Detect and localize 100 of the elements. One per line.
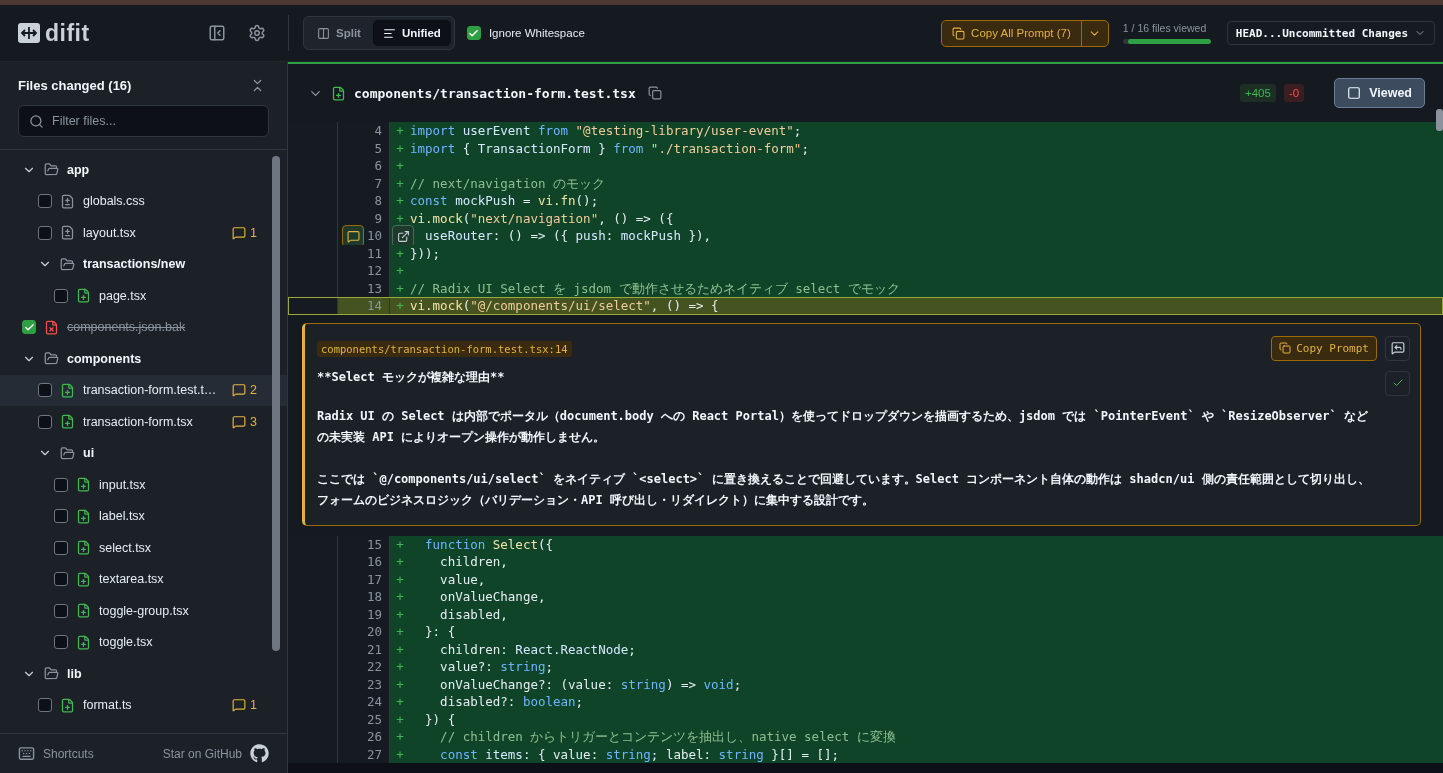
added-line-sign: + bbox=[395, 728, 405, 746]
code-line: disabled?: boolean; bbox=[439, 693, 584, 711]
checkbox[interactable] bbox=[54, 288, 68, 303]
file-row[interactable]: toggle-group.tsx bbox=[0, 595, 287, 627]
added-line-sign: + bbox=[395, 122, 405, 140]
file-plus-icon bbox=[76, 540, 91, 556]
comment-text: ここでは `@/components/ui/select` をネイティブ `<select>` に置き換えることで回避しています。Select コンポーネント自体の動作は shadcn/ui 側の責任範囲として切り出し、フォームのビジネスロジック（バリデーション・API 呼び出し・リダイレクト）に集中する設計です。 bbox=[317, 470, 1370, 509]
comment-icon bbox=[346, 229, 360, 243]
folder-row[interactable]: transactions/new bbox=[0, 248, 287, 280]
revision-select[interactable]: HEAD...Uncommitted Changes bbox=[1226, 21, 1435, 45]
deletions-count: -0 bbox=[1283, 84, 1305, 102]
folder-row[interactable]: components bbox=[0, 343, 287, 375]
file-row[interactable]: input.tsx bbox=[0, 469, 287, 501]
checkbox[interactable] bbox=[38, 698, 52, 713]
folder-row[interactable]: lib bbox=[0, 658, 287, 690]
checkbox[interactable] bbox=[38, 383, 52, 398]
copy-prompt-button[interactable]: Copy Prompt bbox=[1271, 335, 1377, 361]
file-row[interactable]: page.tsx bbox=[0, 280, 287, 312]
added-line-sign: + bbox=[395, 157, 405, 175]
shortcuts-link[interactable]: Shortcuts bbox=[18, 745, 94, 762]
code-line: onValueChange, bbox=[439, 588, 546, 606]
checkbox-label: Ignore Whitespace bbox=[488, 27, 585, 39]
code-line: disabled, bbox=[439, 605, 508, 623]
checkbox[interactable] bbox=[54, 540, 68, 555]
comment-count: 1 bbox=[232, 698, 257, 713]
code-line: function Select({ bbox=[424, 535, 553, 553]
file-row[interactable]: label.tsx bbox=[0, 500, 287, 532]
checkbox[interactable] bbox=[54, 572, 68, 587]
checkbox[interactable] bbox=[54, 477, 68, 492]
file-row[interactable]: transaction-form.test.t… 2 bbox=[0, 374, 287, 406]
filter-field[interactable]: Filter files... bbox=[18, 105, 269, 137]
folder-row[interactable]: ui bbox=[0, 437, 287, 469]
checkbox[interactable] bbox=[38, 225, 52, 240]
folder-name: ui bbox=[83, 446, 95, 461]
line-number: 24 bbox=[338, 693, 390, 711]
comment-icon bbox=[232, 383, 247, 398]
copy-icon bbox=[952, 26, 966, 40]
checkbox[interactable] bbox=[466, 26, 481, 40]
file-diff-icon bbox=[60, 225, 75, 241]
checkbox[interactable] bbox=[54, 635, 68, 650]
scrollbar bbox=[1436, 109, 1443, 131]
added-line-sign: + bbox=[395, 623, 405, 641]
file-row[interactable]: toggle.tsx bbox=[0, 626, 287, 658]
comment-icon bbox=[232, 698, 247, 713]
line-number: 22 bbox=[338, 658, 390, 676]
checkbox[interactable] bbox=[38, 414, 52, 429]
added-line-sign: + bbox=[395, 209, 405, 227]
code-line: // children からトリガーとコンテンツを抽出し、native select に変換 bbox=[439, 728, 896, 746]
file-plus-icon bbox=[76, 508, 91, 524]
view-mode-tab[interactable]: Unified bbox=[372, 20, 451, 46]
checkbox[interactable] bbox=[54, 603, 68, 618]
file-row[interactable]: transaction-form.tsx 3 bbox=[0, 406, 287, 438]
lines-icon bbox=[382, 26, 396, 40]
file-name: textarea.tsx bbox=[99, 572, 164, 587]
file-row[interactable]: globals.css bbox=[0, 185, 287, 217]
added-line-sign: + bbox=[395, 192, 405, 210]
file-row[interactable]: format.ts 1 bbox=[0, 689, 287, 721]
viewed-button[interactable]: Viewed bbox=[1334, 78, 1425, 108]
file-row[interactable]: layout.tsx 1 bbox=[0, 217, 287, 249]
logo-text: difit bbox=[45, 19, 90, 47]
code-line: import { TransactionForm } from "./transaction-form"; bbox=[410, 139, 809, 157]
checkbox[interactable] bbox=[54, 509, 68, 524]
folder-name: lib bbox=[67, 666, 82, 681]
view-mode-tab[interactable]: Split bbox=[307, 20, 371, 46]
file-plus-icon bbox=[76, 634, 91, 650]
open-link-button[interactable] bbox=[392, 225, 414, 247]
progress-label: 1 / 16 files viewed bbox=[1122, 22, 1208, 34]
comment-text: **Select モックが複雑な理由** bbox=[317, 368, 506, 386]
folder-row[interactable]: app bbox=[0, 154, 287, 186]
added-line-sign: + bbox=[395, 244, 405, 262]
code-line: children: React.ReactNode; bbox=[439, 640, 636, 658]
reply-button[interactable] bbox=[1385, 335, 1410, 361]
file-row[interactable]: textarea.tsx bbox=[0, 563, 287, 595]
file-row[interactable]: select.tsx bbox=[0, 532, 287, 564]
file-name: globals.css bbox=[83, 194, 145, 209]
file-plus-icon bbox=[60, 414, 75, 430]
code-line: }) { bbox=[424, 710, 456, 728]
line-number: 12 bbox=[338, 262, 390, 280]
file-row[interactable]: components.json.bak bbox=[0, 311, 287, 343]
external-link-icon bbox=[396, 229, 410, 243]
folder-name: app bbox=[67, 162, 90, 177]
added-line-sign: + bbox=[395, 279, 405, 297]
github-link[interactable]: Star on GitHub bbox=[162, 744, 269, 763]
columns-icon bbox=[317, 26, 330, 40]
file-plus-icon bbox=[76, 477, 91, 493]
comment-text: Radix UI の Select は内部でポータル（document.body への React Portal）を使ってドロップダウンを描画するため、jsdom では `PointerEvent` や `ResizeObserver` などの未実装 API によりオープン操作が動作しません。 bbox=[317, 407, 1369, 446]
sidebar-title: Files changed (16) bbox=[18, 78, 132, 93]
file-name: label.tsx bbox=[99, 509, 145, 524]
checkbox[interactable] bbox=[38, 194, 52, 209]
checkbox-icon bbox=[1347, 86, 1362, 100]
code-line: value, bbox=[439, 570, 486, 588]
file-plus-icon bbox=[76, 603, 91, 619]
add-comment-button[interactable] bbox=[342, 225, 364, 247]
code-line: children, bbox=[439, 553, 508, 571]
checkbox[interactable] bbox=[22, 320, 36, 335]
folder-icon bbox=[44, 666, 59, 682]
logo-icon bbox=[18, 23, 40, 43]
folder-name: transactions/new bbox=[83, 257, 186, 272]
code-line: value?: string; bbox=[439, 658, 553, 676]
file-name: input.tsx bbox=[99, 477, 146, 492]
